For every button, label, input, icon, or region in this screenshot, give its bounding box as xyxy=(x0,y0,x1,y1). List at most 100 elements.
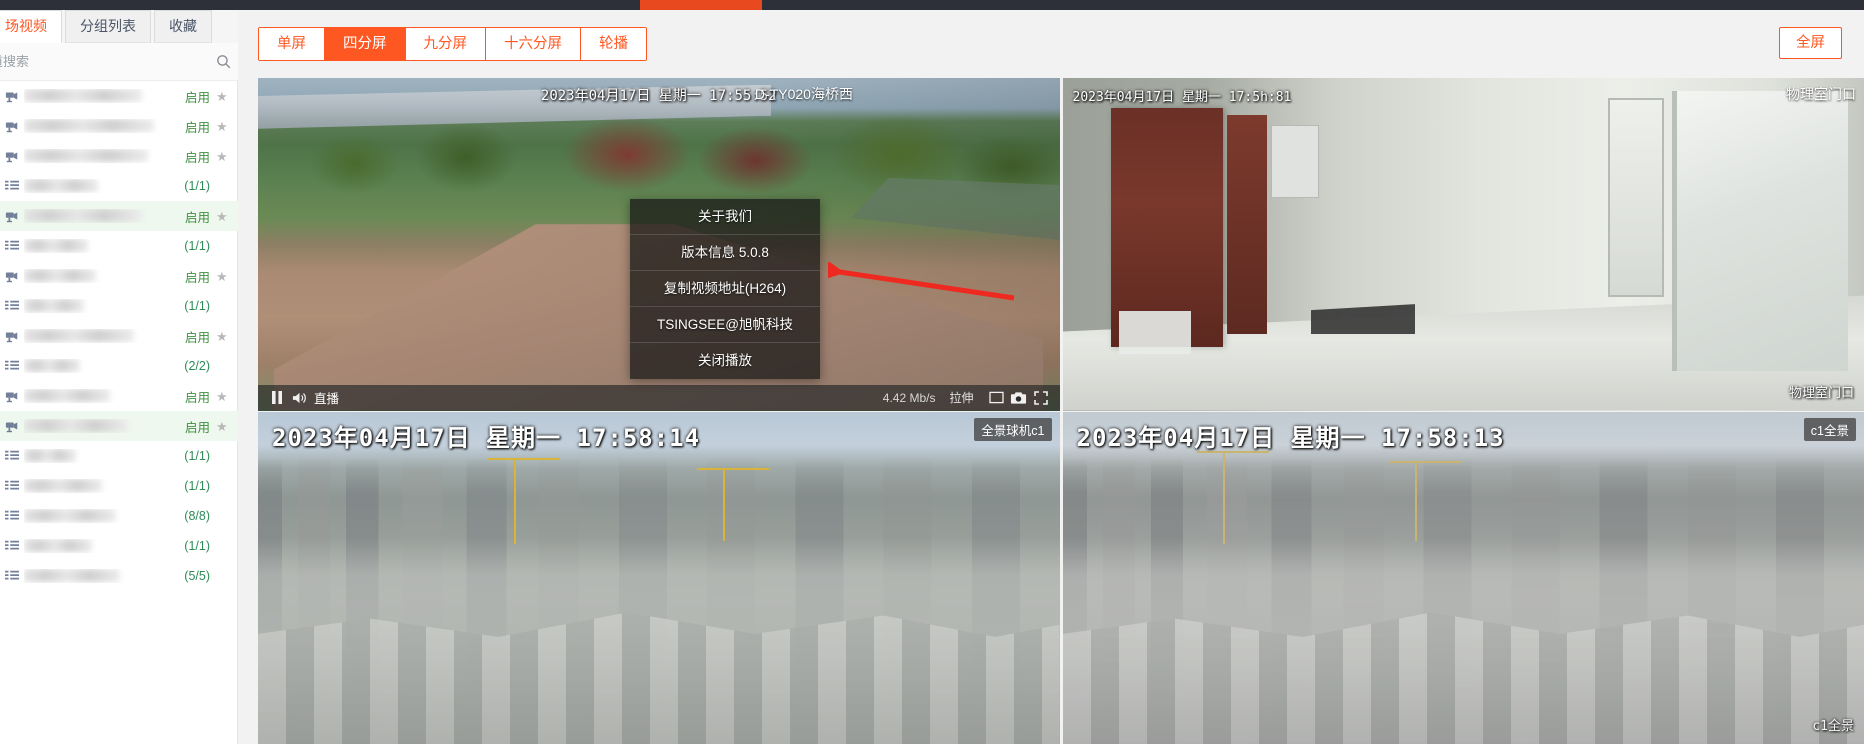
fullscreen-button[interactable]: 全屏 xyxy=(1779,27,1842,59)
device-list-item[interactable]: (1/1) xyxy=(0,231,238,261)
camera-watermark-4: c1全景 xyxy=(1812,719,1854,734)
video-context-menu[interactable]: 关于我们 版本信息 5.0.8 复制视频地址(H264) TSINGSEE@旭帆科技关… xyxy=(630,199,820,379)
favorite-star-icon[interactable]: ★ xyxy=(216,210,230,223)
favorite-star-icon[interactable]: ★ xyxy=(216,420,230,433)
channel-count-label: (2/2) xyxy=(184,359,210,373)
status-badge: 启用 xyxy=(184,150,210,165)
camera-icon xyxy=(4,118,20,134)
context-menu-item-0[interactable]: 关于我们 xyxy=(630,199,820,235)
folder-icon xyxy=(4,568,20,584)
context-menu-item-3[interactable]: TSINGSEE@旭帆科技 xyxy=(630,307,820,343)
video-cell-2[interactable]: 2023年04月17日 星期一 17:5h:81 物理室门口 物理室门口 xyxy=(1062,78,1864,411)
device-list-item[interactable]: (1/1) xyxy=(0,291,238,321)
layout-button-group[interactable]: 单屏 四分屏 九分屏 十六分屏 轮播 xyxy=(258,27,647,61)
camera-icon xyxy=(4,148,20,164)
camera-title-2: 物理室门口 xyxy=(1786,86,1856,102)
app-root: 场视频 分组列表 收藏 启用 ★ 启用 ★ 启用 ★ (1/1) 启用 ★ (1/1) 启用 ★ (1/… xyxy=(0,0,1864,744)
context-menu-item-2[interactable]: 复制视频地址(H264) xyxy=(630,271,820,307)
device-name-redacted xyxy=(24,419,185,433)
device-name-redacted xyxy=(24,329,185,343)
favorite-star-icon[interactable]: ★ xyxy=(216,90,230,103)
main-content: 单屏 四分屏 九分屏 十六分屏 轮播 全屏 2023年04月17日 星期一 17:55:… xyxy=(238,10,1864,744)
device-list-item[interactable]: 启用 ★ xyxy=(0,111,238,141)
search-input[interactable] xyxy=(0,54,208,69)
device-list-item[interactable]: 启用 ★ xyxy=(0,81,238,111)
video-stream-city-mono xyxy=(1062,411,1864,744)
status-badge: 启用 xyxy=(184,420,210,435)
device-name-redacted xyxy=(24,119,185,133)
layout-button-4[interactable]: 轮播 xyxy=(581,28,646,60)
folder-icon xyxy=(4,238,20,254)
camera-icon xyxy=(4,388,20,404)
pause-icon[interactable] xyxy=(266,387,288,409)
device-list-item[interactable]: (2/2) xyxy=(0,351,238,381)
top-bar-right-fill xyxy=(1545,0,1864,10)
layout-button-0[interactable]: 单屏 xyxy=(259,28,325,60)
folder-icon xyxy=(4,508,20,524)
status-badge: 启用 xyxy=(184,390,210,405)
device-name-redacted xyxy=(24,509,184,523)
channel-count-label: (1/1) xyxy=(184,449,210,463)
folder-icon xyxy=(4,538,20,554)
crane-icon xyxy=(1389,461,1462,542)
sidebar-tabs: 场视频 分组列表 收藏 xyxy=(0,10,238,43)
status-badge: 启用 xyxy=(184,330,210,345)
favorite-star-icon[interactable]: ★ xyxy=(216,120,230,133)
device-list-item[interactable]: 启用 ★ xyxy=(0,201,238,231)
tab-group-list[interactable]: 分组列表 xyxy=(65,10,151,43)
favorite-star-icon[interactable]: ★ xyxy=(216,390,230,403)
video-cell-3[interactable]: 2023年04月17日 星期一 17:58:14 全景球机c1 xyxy=(258,411,1060,744)
hall-window-shape xyxy=(1671,91,1848,371)
live-label[interactable]: 直播 xyxy=(314,388,339,407)
crane-icon xyxy=(1196,451,1269,545)
layout-button-3[interactable]: 十六分屏 xyxy=(486,28,581,60)
stretch-button[interactable]: 拉伸 xyxy=(949,389,973,406)
layout-button-2[interactable]: 九分屏 xyxy=(405,28,486,60)
context-menu-item-1[interactable]: 版本信息 5.0.8 xyxy=(630,235,820,271)
camera-snapshot-icon[interactable] xyxy=(1008,387,1030,409)
tab-live-video[interactable]: 场视频 xyxy=(0,10,62,43)
volume-icon[interactable] xyxy=(288,387,310,409)
device-name-redacted xyxy=(24,209,185,223)
device-name-redacted xyxy=(24,149,185,163)
device-list-item[interactable]: (1/1) xyxy=(0,531,238,561)
camera-title-1: D-TY020海桥西 xyxy=(754,86,853,102)
device-list-item[interactable]: (1/1) xyxy=(0,171,238,201)
search-icon[interactable] xyxy=(208,43,238,81)
camera-icon xyxy=(4,418,20,434)
layout-button-1[interactable]: 四分屏 xyxy=(325,28,406,60)
crane-icon xyxy=(488,458,561,545)
osd-timestamp-4: 2023年04月17日 星期一 17:58:13 xyxy=(1076,423,1505,452)
device-list-item[interactable]: (8/8) xyxy=(0,501,238,531)
favorite-star-icon[interactable]: ★ xyxy=(216,330,230,343)
favorite-star-icon[interactable]: ★ xyxy=(216,270,230,283)
sidebar: 场视频 分组列表 收藏 启用 ★ 启用 ★ 启用 ★ (1/1) 启用 ★ (1/1) 启用 ★ (1/… xyxy=(0,10,238,744)
device-list-item[interactable]: 启用 ★ xyxy=(0,411,238,441)
status-badge: 启用 xyxy=(184,210,210,225)
device-name-redacted xyxy=(24,449,184,463)
camera-icon xyxy=(4,328,20,344)
device-list-item[interactable]: 启用 ★ xyxy=(0,321,238,351)
folder-icon xyxy=(4,448,20,464)
favorite-star-icon[interactable]: ★ xyxy=(216,150,230,163)
expand-icon[interactable] xyxy=(1030,387,1052,409)
camera-icon xyxy=(4,268,20,284)
device-name-redacted xyxy=(24,539,184,553)
device-list-item[interactable]: (1/1) xyxy=(0,471,238,501)
device-list-item[interactable]: 启用 ★ xyxy=(0,381,238,411)
device-list-item[interactable]: 启用 ★ xyxy=(0,141,238,171)
device-list-item[interactable]: 启用 ★ xyxy=(0,261,238,291)
camera-badge-4: c1全景 xyxy=(1803,417,1856,441)
device-name-redacted xyxy=(24,359,184,373)
camera-icon xyxy=(4,208,20,224)
picture-icon[interactable] xyxy=(986,387,1008,409)
tab-favorites[interactable]: 收藏 xyxy=(154,10,212,43)
device-list[interactable]: 启用 ★ 启用 ★ 启用 ★ (1/1) 启用 ★ (1/1) 启用 ★ (1/1) 启用 ★ (2/2) 启用… xyxy=(0,81,238,744)
device-list-item[interactable]: (5/5) xyxy=(0,561,238,591)
channel-count-label: (8/8) xyxy=(184,509,210,523)
device-list-item[interactable]: (1/1) xyxy=(0,441,238,471)
camera-icon xyxy=(4,88,20,104)
video-cell-4[interactable]: 2023年04月17日 星期一 17:58:13 c1全景 c1全景 xyxy=(1062,411,1864,744)
context-menu-item-4[interactable]: 关闭播放 xyxy=(630,343,820,379)
status-badge: 启用 xyxy=(184,270,210,285)
